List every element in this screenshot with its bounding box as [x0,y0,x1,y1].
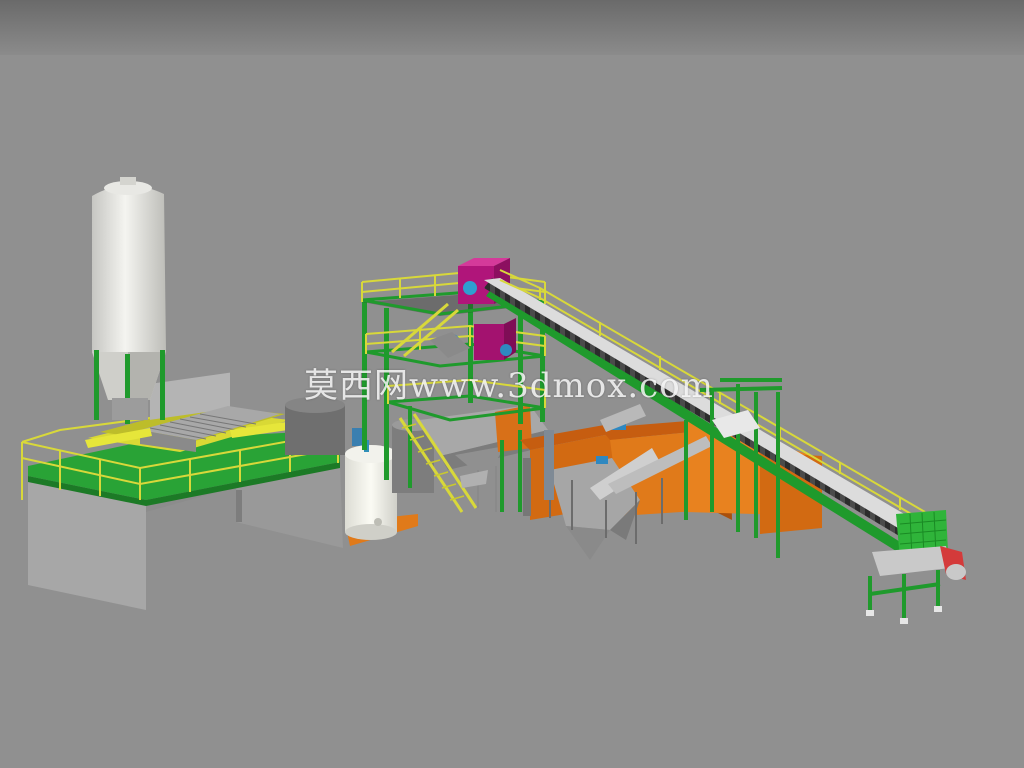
pump-motor [352,428,362,446]
base-pillar [236,490,242,522]
watermark-text: 莫西网www.3dmox.com [304,366,714,406]
sky-band [0,0,1024,60]
